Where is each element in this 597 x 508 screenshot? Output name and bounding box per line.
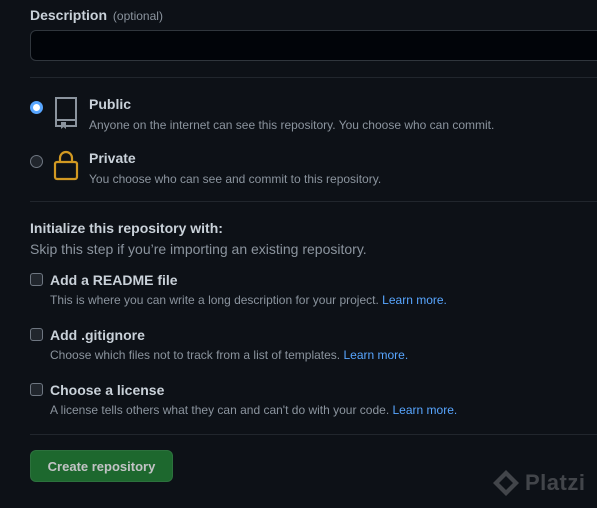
divider bbox=[30, 434, 597, 435]
initialize-title: Initialize this repository with: bbox=[30, 220, 223, 236]
platzi-logo-icon bbox=[493, 470, 519, 496]
readme-checkbox[interactable] bbox=[30, 273, 43, 286]
private-radio[interactable] bbox=[30, 155, 43, 168]
divider bbox=[30, 77, 597, 78]
gitignore-description: Choose which files not to track from a l… bbox=[50, 348, 408, 362]
public-title: Public bbox=[89, 96, 132, 112]
create-repository-button[interactable]: Create repository bbox=[30, 450, 173, 482]
private-title: Private bbox=[89, 150, 136, 166]
gitignore-title: Add .gitignore bbox=[50, 327, 145, 343]
license-title: Choose a license bbox=[50, 382, 165, 398]
readme-title: Add a README file bbox=[50, 272, 178, 288]
description-optional-hint: (optional) bbox=[112, 9, 163, 23]
license-description-text: A license tells others what they can and… bbox=[50, 403, 390, 417]
public-description: Anyone on the internet can see this repo… bbox=[89, 118, 495, 132]
license-checkbox[interactable] bbox=[30, 383, 43, 396]
public-radio[interactable] bbox=[30, 101, 43, 114]
repo-icon bbox=[55, 97, 77, 129]
gitignore-checkbox[interactable] bbox=[30, 328, 43, 341]
initialize-subtitle: Skip this step if you’re importing an ex… bbox=[30, 241, 367, 257]
license-learn-more-link[interactable]: Learn more. bbox=[393, 403, 458, 417]
license-description: A license tells others what they can and… bbox=[50, 403, 457, 417]
gitignore-learn-more-link[interactable]: Learn more. bbox=[343, 348, 408, 362]
watermark-text: Platzi bbox=[525, 470, 586, 495]
lock-icon bbox=[53, 150, 79, 181]
divider bbox=[30, 201, 597, 202]
gitignore-description-text: Choose which files not to track from a l… bbox=[50, 348, 341, 362]
platzi-watermark: Platzi bbox=[491, 468, 585, 498]
readme-description-text: This is where you can write a long descr… bbox=[50, 293, 379, 307]
readme-description: This is where you can write a long descr… bbox=[50, 293, 447, 307]
description-input[interactable] bbox=[30, 30, 597, 61]
private-description: You choose who can see and commit to thi… bbox=[89, 172, 382, 186]
readme-learn-more-link[interactable]: Learn more. bbox=[382, 293, 447, 307]
description-label: Description (optional) bbox=[30, 7, 163, 23]
new-repository-form: Description (optional) Public Anyone on … bbox=[0, 0, 597, 508]
description-label-text: Description bbox=[30, 7, 108, 23]
